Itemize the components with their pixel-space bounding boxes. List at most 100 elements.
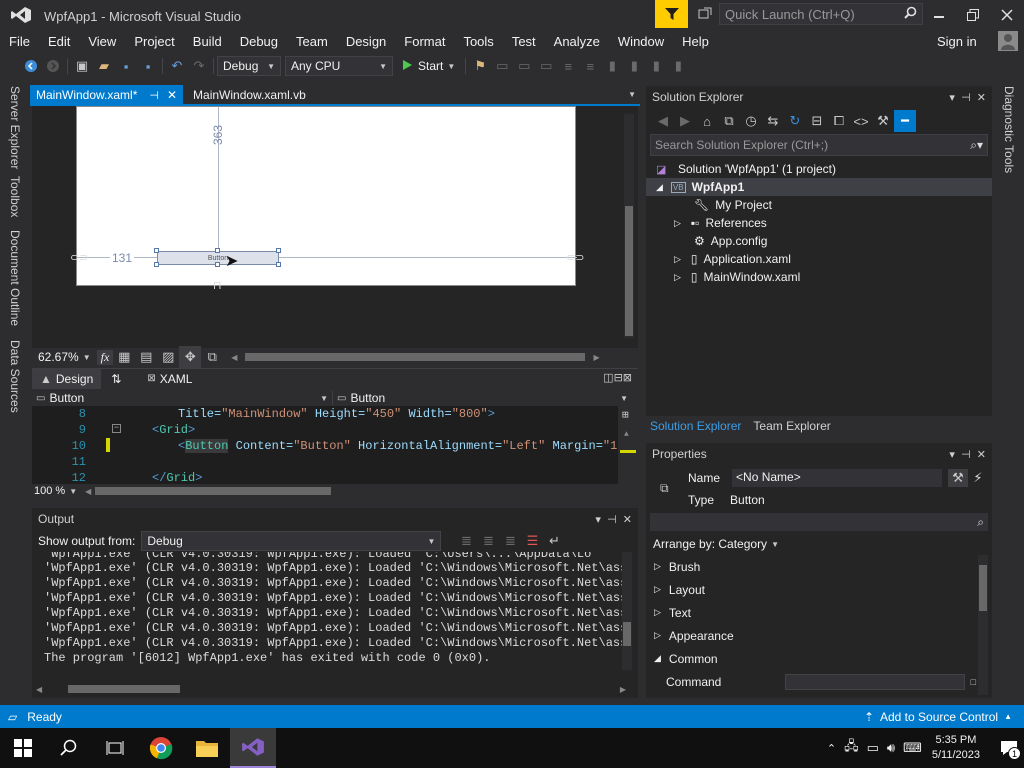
editor-zoom-value[interactable]: 100 % [34,485,65,497]
show-all-files-icon[interactable]: ⧠ [828,110,850,132]
tab-mainwindow-xaml-vb[interactable]: MainWindow.xaml.vb [187,85,312,105]
properties-wrench-icon[interactable]: ⚒ [948,469,968,487]
word-wrap-icon[interactable]: ↵ [543,530,565,552]
menu-design[interactable]: Design [337,34,395,49]
window-preview[interactable]: 363 131 Button ➤ [76,106,577,286]
live-share-icon[interactable] [694,3,716,25]
resize-handle[interactable] [215,248,220,253]
output-text[interactable]: 'WpfApp1.exe' (CLR v4.0.30319: WpfApp1.e… [44,552,622,670]
event-handlers-icon[interactable]: ⚡︎ [968,469,988,487]
tree-app-config[interactable]: ⚙︎ App.config [694,232,767,250]
tab-solution-explorer[interactable]: Solution Explorer [646,419,745,433]
pin-icon[interactable]: ⊣ [961,449,971,461]
category-common[interactable]: ◢ Common [646,647,976,670]
scroll-right-icon[interactable]: ▶ [593,353,599,362]
properties-search-input[interactable]: ⌕ [650,513,988,531]
solution-search-input[interactable]: Search Solution Explorer (Ctrl+;) ⌕▾ [650,134,988,156]
add-to-source-control-button[interactable]: ⇡ Add to Source Control ▲ [864,710,1012,724]
close-icon[interactable]: ✕ [977,449,986,461]
quick-launch-input[interactable]: Quick Launch (Ctrl+Q) [719,3,923,25]
collapsed-arrow-icon[interactable]: ▷ [674,272,681,283]
dropdown-icon[interactable]: ▾ [949,449,955,461]
property-command-input[interactable] [784,673,965,690]
close-button[interactable] [996,4,1018,26]
volume-icon[interactable]: 🔊︎ [887,740,895,756]
link-anchor-icon[interactable]: ⊂⊃ [70,251,88,264]
menu-team[interactable]: Team [287,34,337,49]
visual-studio-taskbar-icon[interactable] [230,728,276,768]
forward-icon[interactable]: ▶ [674,110,696,132]
split-layout-icon[interactable]: ◫⊟⊠ [603,371,632,384]
scroll-left-icon[interactable]: ◀ [85,487,91,496]
element-scope-select[interactable]: ▭ Button ▼ [32,391,332,405]
account-avatar-icon[interactable] [998,31,1018,51]
tree-application-xaml[interactable]: ▷ ▯ Application.xaml [674,250,791,268]
expanded-arrow-icon[interactable]: ◢ [656,182,663,193]
resize-handle[interactable] [154,262,159,267]
chrome-icon[interactable] [138,728,184,768]
resize-handle[interactable] [215,262,220,267]
bookmark-icon[interactable]: ▮ [601,55,623,77]
menu-analyze[interactable]: Analyze [545,34,609,49]
menu-view[interactable]: View [79,34,125,49]
dropdown-icon[interactable]: ▾ [595,514,601,526]
artboard-bg-icon[interactable]: ▨ [157,346,179,368]
menu-window[interactable]: Window [609,34,673,49]
sign-in-link[interactable]: Sign in [928,34,986,49]
category-layout[interactable]: ▷ Layout [646,578,976,601]
close-icon[interactable]: ✕ [167,88,177,102]
document-outline-tab[interactable]: Document Outline [8,230,22,326]
tray-overflow-icon[interactable]: ⌃ [827,742,836,755]
snap-lines-icon[interactable]: ✥ [179,346,202,368]
collapsed-arrow-icon[interactable]: ▷ [674,218,681,229]
navigate-back-icon[interactable] [20,55,42,77]
pin-icon[interactable]: ⊣ [607,514,617,526]
clear-all-icon[interactable]: ☰ [521,530,543,552]
pending-changes-icon[interactable]: ◷ [740,110,762,132]
close-icon[interactable]: ✕ [623,514,632,526]
refresh-icon[interactable]: ↻ [784,110,806,132]
server-explorer-tab[interactable]: Server Explorer [8,86,22,169]
start-button[interactable]: Start ▼ [401,59,455,74]
configuration-select[interactable]: Debug ▼ [217,56,281,76]
windows-start-icon[interactable] [0,728,46,768]
resize-handle[interactable] [154,248,159,253]
diagnostic-tools-tab[interactable]: Diagnostic Tools [1002,86,1016,173]
category-appearance[interactable]: ▷ Appearance [646,624,976,647]
tree-solution[interactable]: ◪ Solution 'WpfApp1' (1 project) [656,160,836,178]
xaml-pane-tab[interactable]: ⊠ XAML [147,372,192,386]
close-icon[interactable]: ✕ [977,92,986,104]
designer-vertical-scrollbar[interactable] [624,114,634,338]
show-grid-icon[interactable]: ▦ [113,346,135,368]
toolbar-dim-icon[interactable]: ▭ [513,55,535,77]
scrollbar-thumb[interactable] [979,565,987,611]
pin-icon[interactable]: ⊣ [149,89,159,102]
tab-mainwindow-xaml[interactable]: MainWindow.xaml* ⊣ ✕ [30,85,184,105]
category-brush[interactable]: ▷ Brush [646,555,976,578]
restore-button[interactable] [962,4,984,26]
keyboard-icon[interactable]: ⌨︎ [903,740,922,756]
collapse-all-icon[interactable]: ⊟ [806,110,828,132]
design-pane-tab[interactable]: ▲ Design [32,368,102,389]
tree-project[interactable]: ◢ VB WpfApp1 [646,178,992,196]
home-icon[interactable]: ⌂ [696,110,718,132]
platform-select[interactable]: Any CPU ▼ [285,56,393,76]
output-vertical-scrollbar[interactable] [622,552,632,670]
designer-zoom-value[interactable]: 62.67% [38,350,79,364]
scrollbar-thumb[interactable] [68,685,181,693]
swap-panes-icon[interactable]: ⇅ [111,372,121,386]
menu-build[interactable]: Build [184,34,231,49]
tree-references[interactable]: ▷ ▪▫ References [674,214,767,232]
tree-my-project[interactable]: 🔧︎ My Project [694,196,772,214]
menu-help[interactable]: Help [673,34,718,49]
toolbox-tab[interactable]: Toolbox [8,176,22,217]
find-in-output-icon[interactable]: ≣ [455,530,477,552]
network-icon[interactable]: 🖧︎ [844,737,859,759]
scroll-up-icon[interactable]: ▲ [624,430,629,439]
preview-selected-icon[interactable]: ━ [894,110,916,132]
save-icon[interactable]: ▪ [115,55,137,77]
save-all-icon[interactable]: ▪ [137,55,159,77]
property-marker-icon[interactable]: □ [971,677,976,687]
next-message-icon[interactable]: ≣ [499,530,521,552]
scroll-left-icon[interactable]: ◀ [231,353,237,362]
